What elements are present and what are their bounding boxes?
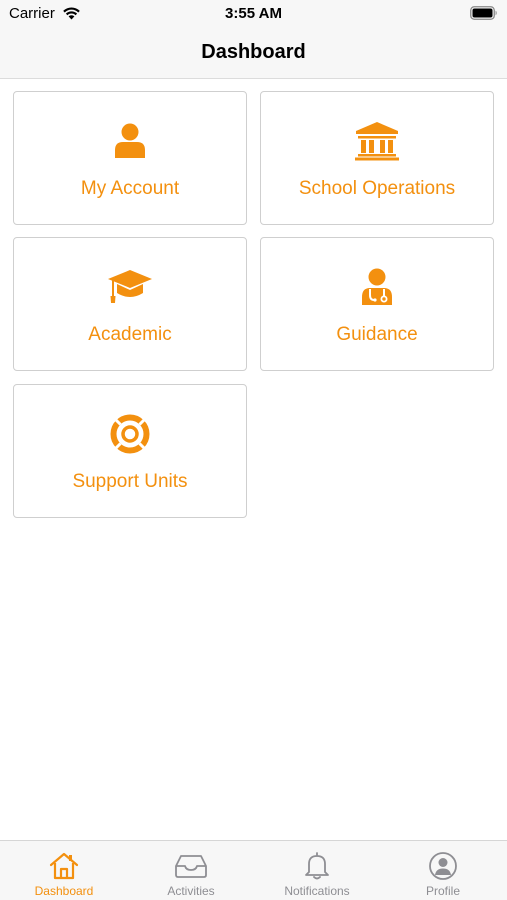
bell-icon — [305, 852, 329, 880]
tab-label: Activities — [167, 884, 215, 898]
tab-activities[interactable]: Activities — [128, 841, 254, 900]
status-bar: Carrier 3:55 AM — [0, 0, 507, 30]
tile-label: Guidance — [336, 324, 418, 345]
inbox-tray-icon — [175, 855, 207, 878]
home-icon — [49, 852, 79, 880]
tile-academic[interactable]: Academic — [13, 237, 247, 371]
tab-profile[interactable]: Profile — [380, 841, 506, 900]
tab-bar: Dashboard Activities Notifications Profi… — [0, 840, 507, 900]
user-circle-icon — [429, 852, 457, 880]
tile-label: Academic — [88, 324, 172, 345]
status-time: 3:55 AM — [225, 5, 282, 22]
tab-dashboard[interactable]: Dashboard — [1, 841, 127, 900]
page-title: Dashboard — [201, 41, 306, 63]
navigation-bar: Dashboard — [0, 30, 507, 79]
bank-building-icon — [355, 122, 399, 161]
lifebuoy-icon — [110, 414, 150, 454]
graduation-cap-icon — [108, 270, 152, 303]
tile-support-units[interactable]: Support Units — [13, 384, 247, 518]
dashboard-screen: Carrier 3:55 AM Dashboard My Account Sch… — [0, 0, 507, 900]
tile-school-operations[interactable]: School Operations — [260, 91, 494, 225]
battery-icon — [470, 6, 497, 20]
tile-label: Support Units — [72, 471, 188, 492]
doctor-stethoscope-icon — [362, 268, 392, 305]
tab-label: Dashboard — [34, 884, 94, 898]
tab-notifications[interactable]: Notifications — [254, 841, 380, 900]
tile-label: My Account — [80, 178, 180, 199]
tile-guidance[interactable]: Guidance — [260, 237, 494, 371]
tab-label: Profile — [425, 884, 460, 898]
tile-my-account[interactable]: My Account — [13, 91, 247, 225]
user-icon — [115, 123, 145, 158]
tab-label: Notifications — [284, 884, 350, 898]
tile-label: School Operations — [298, 178, 456, 199]
